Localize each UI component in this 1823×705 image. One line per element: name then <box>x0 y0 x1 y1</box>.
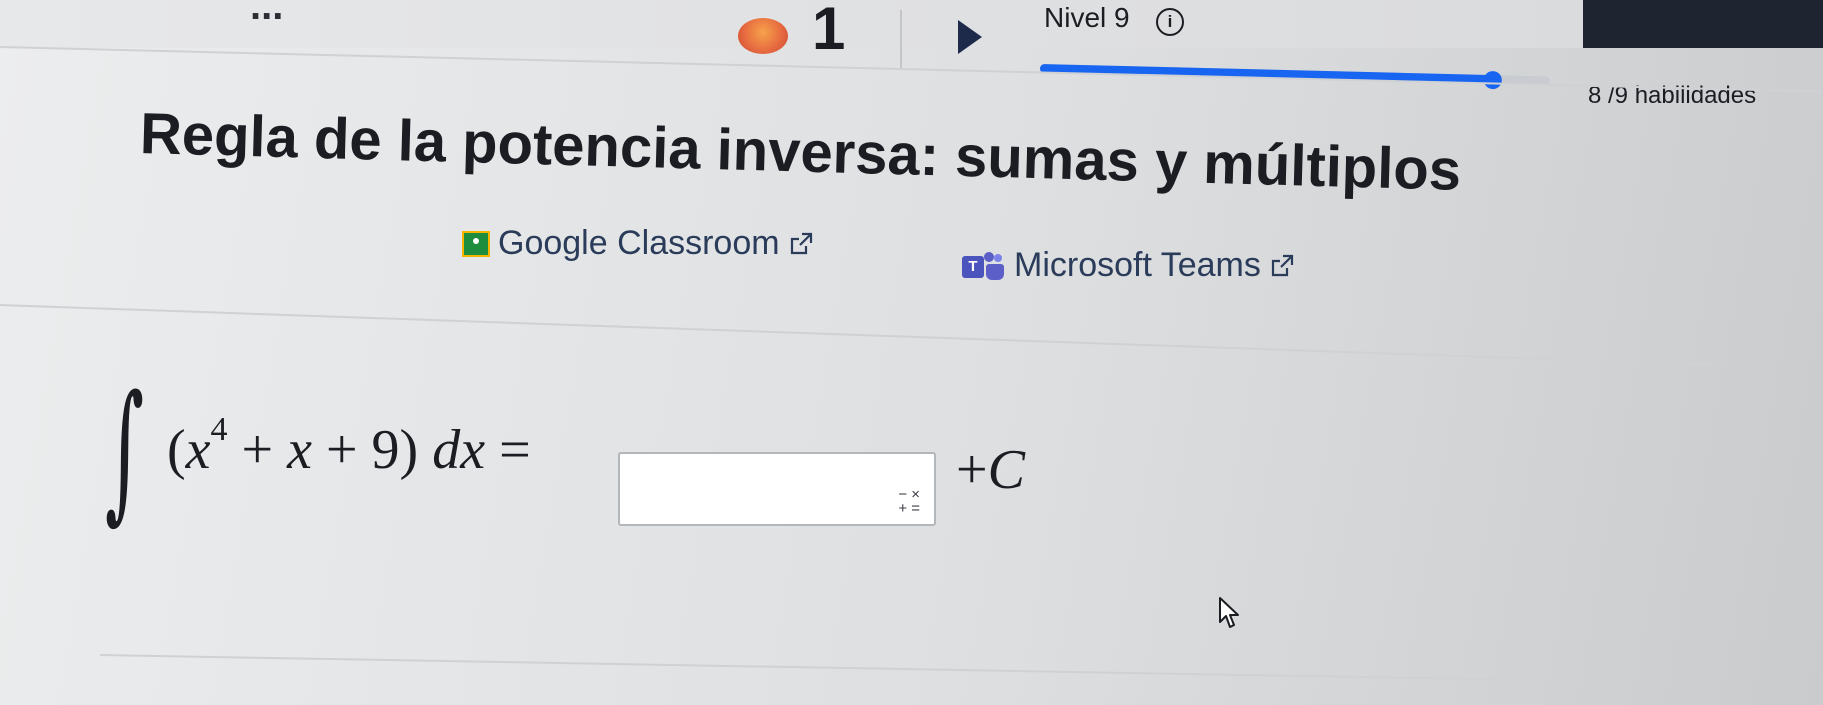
level-label: Nivel 9 <box>1044 2 1130 33</box>
external-link-icon <box>1271 254 1293 276</box>
external-link-icon <box>790 232 812 254</box>
header-divider <box>0 46 1823 93</box>
play-icon[interactable] <box>958 20 982 54</box>
page-title: Regla de la potencia inversa: sumas y mú… <box>139 101 1462 203</box>
constant-of-integration: +C <box>956 439 1025 501</box>
google-classroom-label: Google Classroom <box>498 224 780 262</box>
info-icon[interactable]: i <box>1156 8 1184 36</box>
top-right-panel <box>1583 0 1823 48</box>
google-classroom-icon <box>462 230 490 257</box>
streak-flame-icon <box>738 18 788 54</box>
integral-symbol: ∫ <box>105 364 145 538</box>
streak-count: 1 <box>812 0 846 62</box>
microsoft-teams-label: Microsoft Teams <box>1014 246 1261 284</box>
math-keypad-icon[interactable]: − × + = <box>898 487 920 516</box>
mouse-cursor-icon <box>1219 597 1239 628</box>
integrand-expression: (x4 + x + 9) dx = <box>167 411 531 481</box>
progress-marker <box>1483 70 1503 90</box>
section-divider <box>0 304 1719 367</box>
microsoft-teams-link[interactable]: T Microsoft Teams <box>962 246 1295 285</box>
microsoft-teams-icon: T <box>962 251 1006 280</box>
answer-input[interactable]: − × + = <box>618 452 936 526</box>
divider <box>900 10 902 68</box>
course-title-truncated: ... <box>250 0 284 28</box>
footer-divider <box>99 654 1560 682</box>
google-classroom-link[interactable]: Google Classroom <box>462 224 814 263</box>
